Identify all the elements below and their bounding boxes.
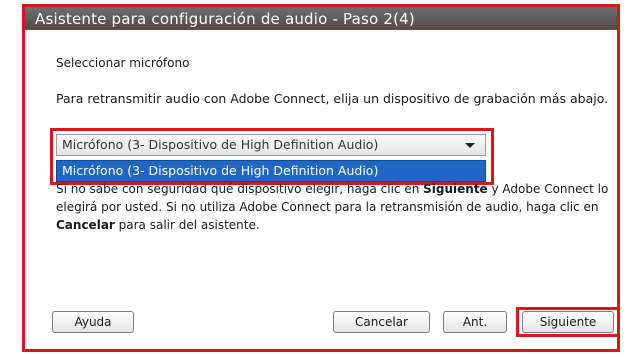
cancel-button[interactable]: Cancelar [333, 311, 430, 333]
help-text-part3: para salir del asistente. [114, 218, 260, 232]
help-text-next-keyword: Siguiente [423, 182, 488, 196]
dialog-title: Asistente para configuración de audio - … [35, 10, 415, 28]
help-text-cancel-keyword: Cancelar [56, 218, 115, 232]
help-text-part1: Si no sabe con seguridad qué dispositivo… [56, 182, 424, 196]
previous-button[interactable]: Ant. [443, 311, 507, 333]
section-label: Seleccionar micrófono [56, 56, 190, 70]
help-text: Si no sabe con seguridad qué dispositivo… [56, 180, 618, 234]
dropdown-highlight-box [50, 128, 494, 185]
dialog-titlebar: Asistente para configuración de audio - … [22, 4, 620, 32]
next-button[interactable]: Siguiente [522, 311, 614, 333]
help-button[interactable]: Ayuda [52, 311, 134, 333]
instructions-text: Para retransmitir audio con Adobe Connec… [56, 91, 609, 106]
